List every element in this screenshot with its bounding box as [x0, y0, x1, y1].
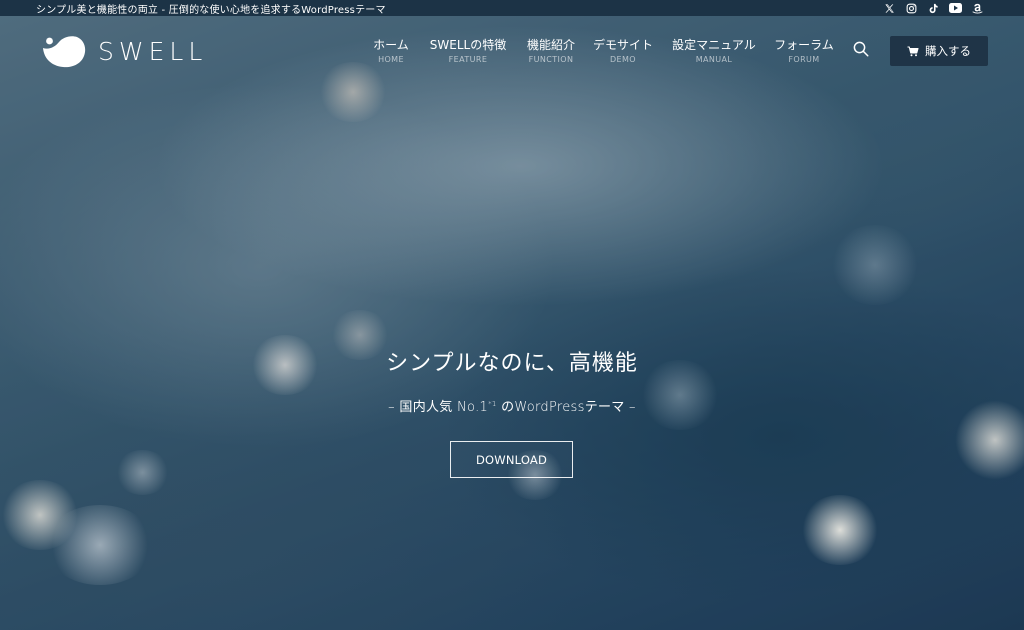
- nav-item-forum[interactable]: フォーラム FORUM: [774, 38, 834, 65]
- hero-subtitle-prefix: – 国内人気 No.1: [388, 400, 489, 415]
- nav-item-label: 設定マニュアル: [672, 38, 756, 52]
- nav-item-manual[interactable]: 設定マニュアル MANUAL: [672, 38, 756, 65]
- hero-title: シンプルなのに、高機能: [386, 351, 638, 376]
- nav-item-sublabel: FUNCTION: [528, 55, 574, 64]
- nav-item-sublabel: MANUAL: [695, 55, 733, 64]
- site-tagline: シンプル美と機能性の両立 - 圧倒的な使い心地を追求するWordPressテーマ: [36, 4, 386, 16]
- social-links: [883, 2, 984, 14]
- site-header: SWELL ホーム HOME SWELLの特徴 FEATURE 機能紹介 FUN…: [0, 16, 1024, 86]
- amazon-icon[interactable]: [971, 2, 984, 14]
- search-icon[interactable]: [852, 40, 870, 58]
- nav-item-label: デモサイト: [593, 38, 654, 52]
- youtube-icon[interactable]: [949, 2, 962, 14]
- buy-button-label: 購入する: [925, 44, 971, 58]
- nav-item-label: SWELLの特徴: [429, 38, 507, 52]
- tiktok-icon[interactable]: [927, 2, 940, 14]
- nav-item-sublabel: DEMO: [609, 55, 636, 64]
- nav-item-sublabel: HOME: [378, 55, 404, 64]
- instagram-icon[interactable]: [905, 2, 918, 14]
- top-bar: シンプル美と機能性の両立 - 圧倒的な使い心地を追求するWordPressテーマ: [0, 0, 1024, 16]
- nav-item-label: フォーラム: [774, 38, 834, 52]
- nav-item-feature[interactable]: SWELLの特徴 FEATURE: [428, 38, 508, 65]
- nav-item-label: 機能紹介: [526, 38, 575, 52]
- cart-icon: [907, 45, 919, 56]
- nav-item-function[interactable]: 機能紹介 FUNCTION: [526, 38, 576, 65]
- x-icon[interactable]: [883, 2, 896, 14]
- hero-subtitle-suffix: のWordPressテーマ –: [496, 400, 636, 415]
- nav-item-home[interactable]: ホーム HOME: [373, 38, 409, 65]
- download-button[interactable]: DOWNLOAD: [450, 441, 573, 478]
- nav-item-sublabel: FEATURE: [448, 55, 488, 64]
- nav-item-label: ホーム: [373, 38, 409, 52]
- nav-item-sublabel: FORUM: [788, 55, 820, 64]
- buy-button[interactable]: 購入する: [890, 36, 988, 66]
- page: シンプル美と機能性の両立 - 圧倒的な使い心地を追求するWordPressテーマ: [0, 0, 1024, 630]
- footnote-marker: *1: [488, 400, 497, 408]
- hero-subtitle: – 国内人気 No.1*1 のWordPressテーマ –: [0, 396, 1024, 415]
- nav-item-demo[interactable]: デモサイト DEMO: [593, 38, 653, 65]
- main-nav: ホーム HOME SWELLの特徴 FEATURE 機能紹介 FUNCTION …: [0, 38, 1024, 68]
